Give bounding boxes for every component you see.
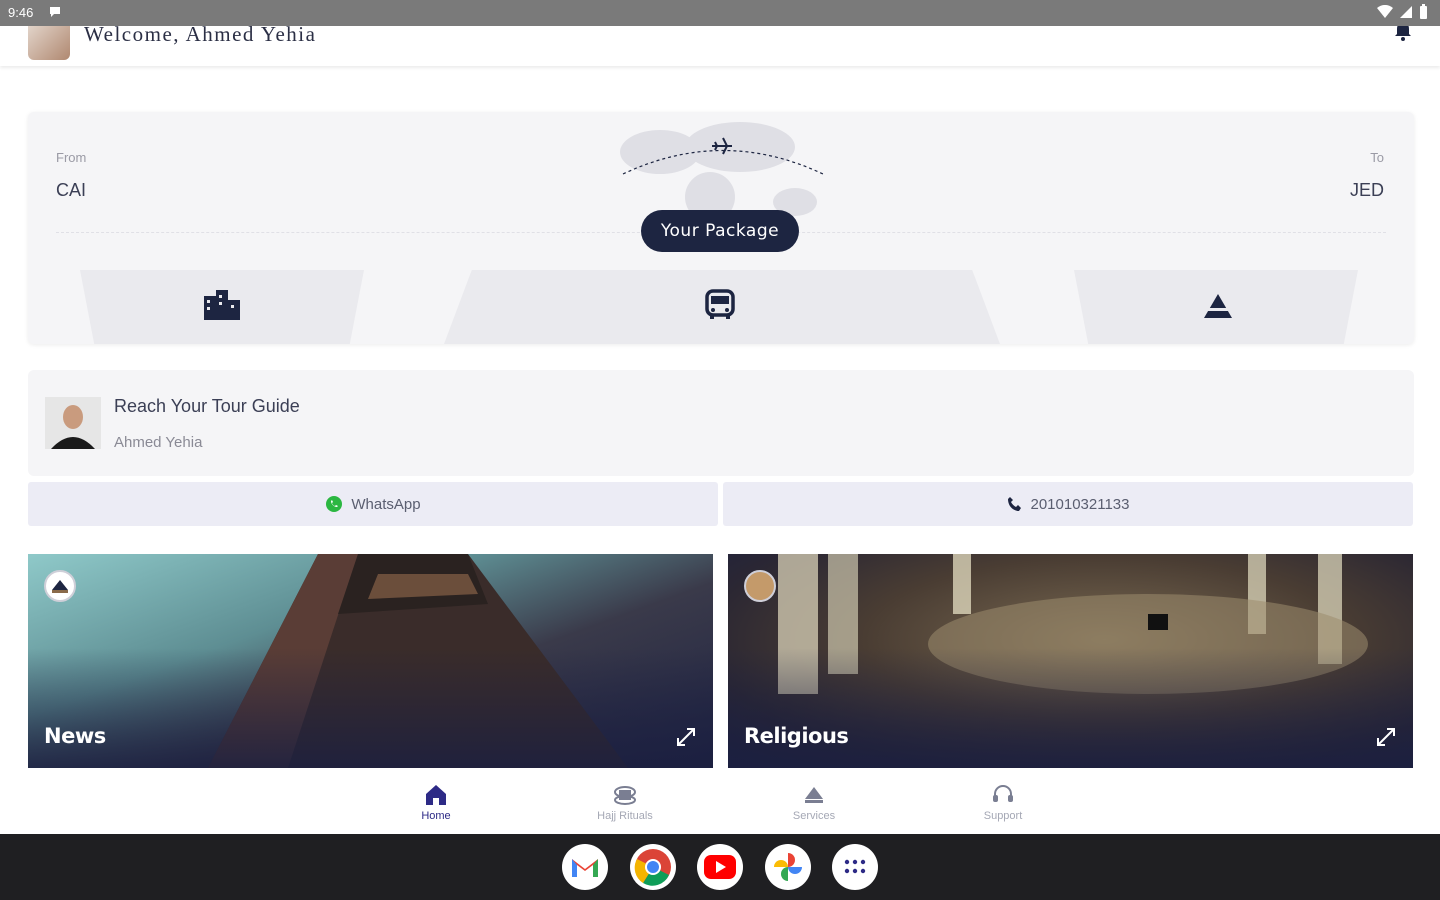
package-tabs <box>28 270 1414 344</box>
from-label: From <box>56 150 87 165</box>
gmail-icon[interactable] <box>562 844 608 890</box>
android-dock <box>0 834 1440 900</box>
from-airport-code: CAI <box>56 180 87 200</box>
system-icons <box>1377 4 1428 20</box>
guide-title: Reach Your Tour Guide <box>114 396 300 416</box>
expand-icon[interactable] <box>675 726 697 748</box>
nav-support-label: Support <box>983 810 1023 822</box>
status-time: 9:46 <box>8 5 34 20</box>
photos-icon[interactable] <box>765 844 811 890</box>
chrome-icon[interactable] <box>630 844 676 890</box>
battery-icon <box>1420 4 1427 19</box>
home-icon <box>426 785 446 805</box>
message-notification-icon <box>48 5 62 22</box>
whatsapp-label: WhatsApp <box>351 495 421 513</box>
services-icon <box>805 787 823 803</box>
nav-hajj-rituals[interactable]: Hajj Rituals <box>570 782 680 822</box>
nav-support[interactable]: Support <box>948 782 1058 822</box>
whatsapp-icon <box>326 496 343 512</box>
apps-grid-icon[interactable] <box>832 844 878 890</box>
nav-home[interactable]: Home <box>381 782 491 822</box>
bottom-navigation: Home Hajj Rituals Services Support <box>0 770 1440 834</box>
airplane-icon <box>712 137 732 155</box>
to-label: To <box>1370 150 1384 165</box>
guide-name: Ahmed Yehia <box>114 434 203 451</box>
tour-guide-card[interactable]: Reach Your Tour Guide Ahmed Yehia <box>28 370 1414 476</box>
status-bar: 9:46 <box>0 0 1440 26</box>
rituals-icon <box>614 786 636 805</box>
bus-icon <box>705 289 735 319</box>
expand-icon[interactable] <box>1375 726 1397 748</box>
to-airport-code: JED <box>1349 180 1384 200</box>
flight-card: From CAI To JED Your Package <box>28 112 1414 344</box>
news-label: News <box>44 724 106 748</box>
whatsapp-button[interactable]: WhatsApp <box>28 482 718 526</box>
user-avatar[interactable] <box>28 26 70 60</box>
support-icon <box>993 785 1013 802</box>
your-package-button[interactable]: Your Package <box>641 210 799 252</box>
nav-rituals-label: Hajj Rituals <box>597 810 653 822</box>
religious-badge-icon <box>744 570 776 602</box>
phone-icon <box>1007 497 1021 511</box>
welcome-text: Welcome, Ahmed Yehia <box>84 26 317 46</box>
news-card[interactable]: News <box>28 554 713 768</box>
nav-home-label: Home <box>421 810 451 822</box>
image-overlay <box>728 648 1413 768</box>
religious-card[interactable]: Religious <box>728 554 1413 768</box>
signal-icon <box>1400 6 1412 18</box>
call-button[interactable]: 201010321133 <box>723 482 1413 526</box>
nav-services-label: Services <box>792 810 836 822</box>
tent-icon <box>1204 294 1232 318</box>
guide-photo <box>45 397 101 449</box>
app-header: Welcome, Ahmed Yehia <box>0 26 1440 66</box>
wifi-icon <box>1377 5 1393 18</box>
news-badge-icon <box>44 570 76 602</box>
bell-icon[interactable] <box>1392 26 1414 42</box>
hotel-icon <box>204 290 240 320</box>
image-overlay <box>28 648 713 768</box>
phone-number: 201010321133 <box>1030 495 1130 513</box>
religious-label: Religious <box>744 724 849 748</box>
nav-services[interactable]: Services <box>759 782 869 822</box>
youtube-icon[interactable] <box>697 844 743 890</box>
